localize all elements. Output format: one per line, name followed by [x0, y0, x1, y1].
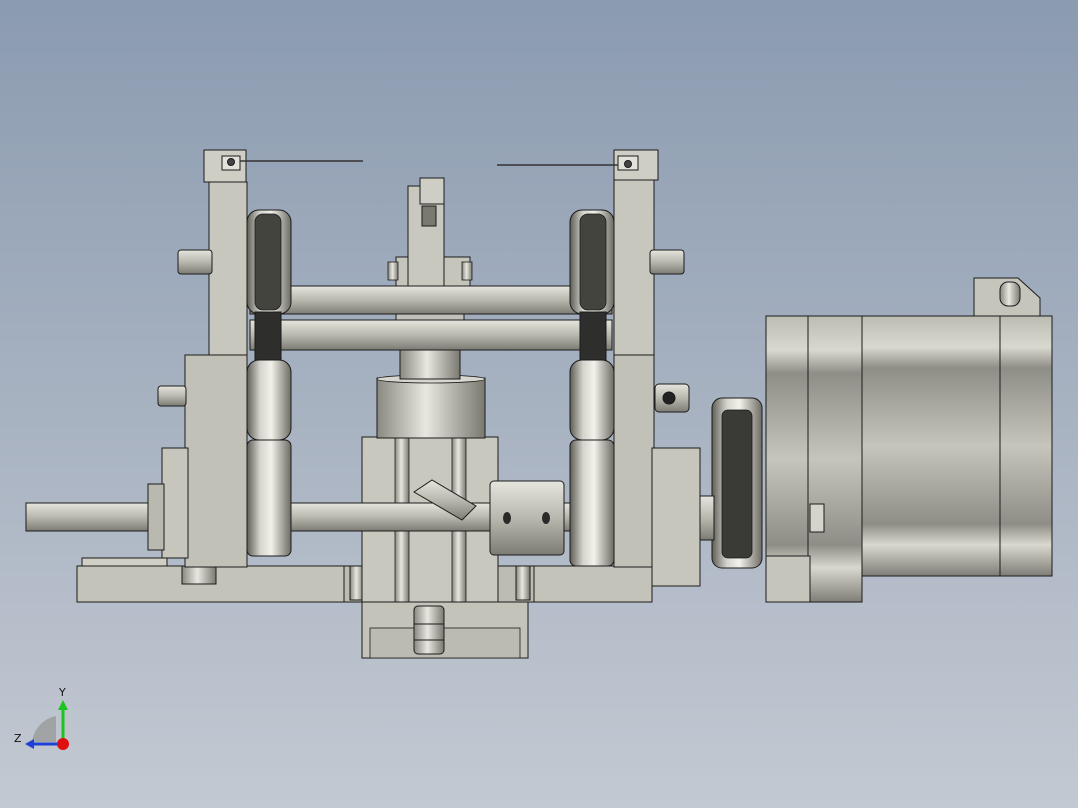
shaft-coupling[interactable] — [489, 480, 565, 556]
guide-rod-middle[interactable] — [249, 319, 613, 351]
guide-rod-upper[interactable] — [249, 285, 613, 315]
right-roller-lower[interactable] — [569, 359, 615, 567]
orientation-triad: Y Z — [12, 686, 82, 756]
right-belt[interactable] — [579, 311, 607, 365]
stepper-motor[interactable] — [765, 315, 1053, 603]
triad-y-label: Y — [59, 686, 66, 699]
cad-model[interactable] — [0, 0, 1078, 808]
triad-z-label: Z — [14, 732, 22, 745]
left-bolt-upper[interactable] — [177, 249, 213, 275]
right-bolt-upper[interactable] — [649, 249, 685, 275]
top-clevis[interactable] — [387, 177, 473, 289]
motor-connector[interactable] — [973, 277, 1041, 317]
left-roller-lower[interactable] — [246, 359, 292, 557]
left-roller-upper[interactable] — [246, 209, 292, 315]
left-output-shaft[interactable] — [25, 502, 155, 532]
triad-graphic — [25, 700, 69, 750]
motor-pulley[interactable] — [699, 397, 763, 569]
cylinder-head[interactable] — [376, 374, 486, 439]
graphics-viewport[interactable]: Y Z — [0, 0, 1078, 808]
left-belt[interactable] — [254, 311, 282, 365]
right-roller-upper[interactable] — [569, 209, 615, 315]
right-nut[interactable] — [654, 383, 690, 413]
left-bolt-lower[interactable] — [157, 385, 187, 407]
air-fitting-bottom[interactable] — [413, 605, 445, 655]
